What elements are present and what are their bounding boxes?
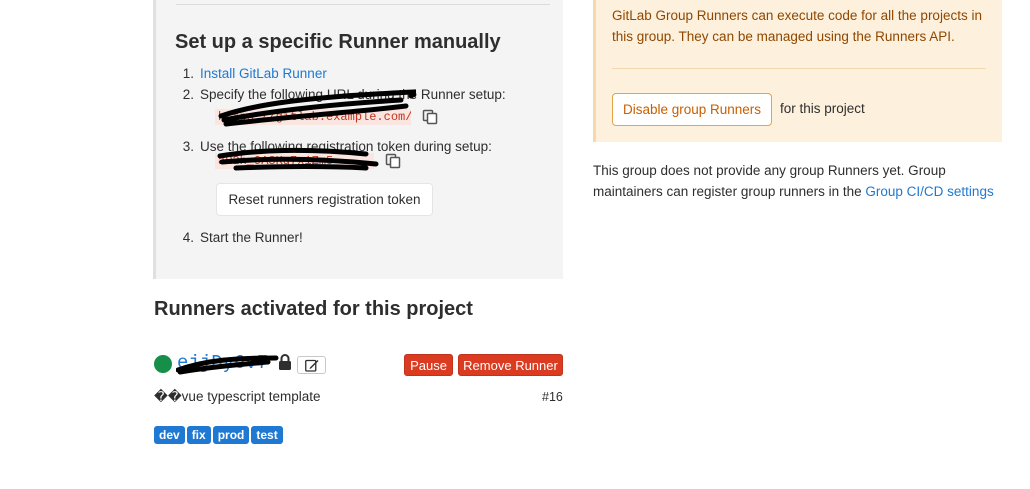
step-4: 4. Start the Runner! xyxy=(182,230,303,245)
setup-heading: Set up a specific Runner manually xyxy=(175,31,501,53)
pause-runner-button[interactable]: Pause xyxy=(404,354,453,376)
runner-token-link[interactable]: ejjDy6v7 xyxy=(177,352,268,374)
tag-badge: dev xyxy=(154,426,185,444)
reset-token-button[interactable]: Reset runners registration token xyxy=(216,183,433,216)
tag-badge: test xyxy=(251,426,283,444)
install-runner-link[interactable]: Install GitLab Runner xyxy=(200,66,327,81)
remove-runner-button[interactable]: Remove Runner xyxy=(458,354,563,376)
divider xyxy=(176,4,550,5)
runners-activated-heading: Runners activated for this project xyxy=(154,298,473,320)
step-3: 3. Use the following registration token d… xyxy=(182,139,492,154)
runner-id: #16 xyxy=(542,390,563,404)
copy-url-icon[interactable] xyxy=(422,109,438,125)
tag-badge: prod xyxy=(212,426,250,444)
runner-status-dot xyxy=(154,355,172,373)
edit-runner-button[interactable] xyxy=(297,356,326,374)
registration-token-code[interactable]: aR2h_9A3Kq7x1Zm5 xyxy=(215,153,374,169)
for-this-project-label: for this project xyxy=(780,101,865,116)
manual-setup-panel: Set up a specific Runner manually 1. Inst… xyxy=(153,0,563,279)
step-1: 1. Install GitLab Runner xyxy=(182,66,327,81)
group-runners-panel: GitLab Group Runners can execute code fo… xyxy=(593,0,1002,142)
lock-icon xyxy=(278,354,292,375)
copy-token-icon[interactable] xyxy=(385,153,401,169)
group-runners-note: This group does not provide any group Ru… xyxy=(593,163,994,199)
disable-group-runners-button[interactable]: Disable group Runners xyxy=(612,93,772,126)
tag-badge: fix xyxy=(186,426,211,444)
runner-tags: dev fix prod test xyxy=(154,426,285,444)
pencil-icon xyxy=(305,359,319,372)
step-2: 2. Specify the following URL during the R… xyxy=(182,87,506,102)
step-3-text: Use the following registration token dur… xyxy=(200,139,492,154)
step-2-text: Specify the following URL during the Run… xyxy=(200,87,506,102)
group-runners-info: GitLab Group Runners can execute code fo… xyxy=(612,8,982,44)
divider xyxy=(612,68,986,69)
runner-url-code[interactable]: https://gitlab.example.com/ xyxy=(215,109,411,125)
group-cicd-settings-link[interactable]: Group CI/CD settings xyxy=(865,184,993,199)
step-4-text: Start the Runner! xyxy=(200,230,303,245)
runner-description: ��vue typescript template xyxy=(154,389,321,404)
